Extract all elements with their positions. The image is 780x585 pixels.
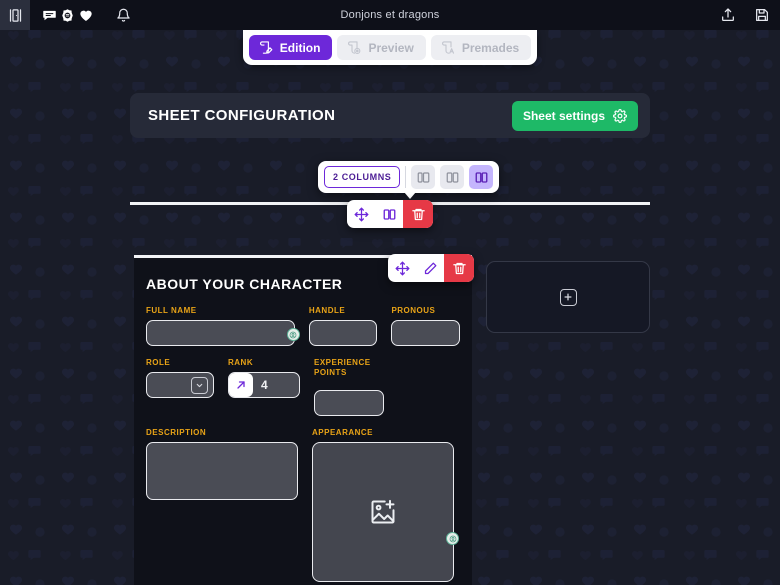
experience-points-input[interactable]	[314, 390, 384, 416]
badge-icon[interactable]	[60, 8, 75, 23]
view-mode-tabs: Edition Preview Premades	[0, 30, 780, 65]
columns-count-label[interactable]: 2 COLUMNS	[324, 166, 401, 188]
layout-equal-two-icon[interactable]	[469, 165, 494, 189]
field-label-role: ROLE	[146, 358, 171, 367]
image-add-icon	[369, 498, 397, 526]
tab-preview-label: Preview	[368, 40, 414, 55]
sheet-settings-label: Sheet settings	[522, 108, 605, 123]
move-icon[interactable]	[347, 200, 375, 228]
delete-icon[interactable]	[444, 254, 474, 282]
field-label-appearance: APPEARANCE	[312, 428, 374, 437]
field-label-rank: RANK	[228, 358, 254, 367]
save-disk-icon[interactable]	[754, 7, 770, 23]
scroll-pencil-icon	[259, 40, 274, 55]
full-name-input[interactable]	[146, 320, 300, 346]
rank-input[interactable]: 4	[228, 372, 300, 398]
arrow-up-right-icon[interactable]	[229, 373, 253, 397]
resize-handle-icon[interactable]	[286, 328, 300, 341]
toolbar-divider	[405, 166, 407, 188]
tab-edition[interactable]: Edition	[248, 35, 333, 60]
handle-input[interactable]	[308, 320, 378, 346]
sheet-column-right	[486, 258, 654, 585]
heart-icon[interactable]	[78, 7, 94, 23]
tab-premades[interactable]: Premades	[430, 35, 532, 60]
field-experience-points: EXPERIENCE POINTS	[314, 358, 384, 416]
move-icon[interactable]	[388, 254, 416, 282]
top-bar-icon-group	[42, 7, 94, 23]
field-role: ROLE	[146, 358, 214, 416]
page-title: SHEET CONFIGURATION	[148, 107, 336, 124]
layout-narrow-wide-icon[interactable]	[411, 165, 436, 189]
tab-premades-label: Premades	[461, 40, 520, 55]
sheet-configuration-header: SHEET CONFIGURATION Sheet settings	[130, 93, 650, 138]
pronous-input[interactable]	[391, 320, 460, 346]
top-bar: Donjons et dragons	[0, 0, 780, 30]
field-description: DESCRIPTION	[146, 428, 298, 582]
plus-box-icon	[559, 288, 577, 306]
sheet-column-left: ABOUT YOUR CHARACTER FULL NAME HANDLE PR…	[134, 258, 472, 585]
field-full-name: FULL NAME	[146, 306, 300, 346]
field-label-handle: HANDLE	[308, 306, 346, 315]
tab-preview[interactable]: Preview	[337, 35, 426, 60]
share-upload-icon[interactable]	[720, 7, 736, 23]
role-select[interactable]	[146, 372, 214, 398]
edit-pencil-icon[interactable]	[416, 254, 444, 282]
door-exit-icon[interactable]	[0, 0, 30, 30]
sheet-body: ABOUT YOUR CHARACTER FULL NAME HANDLE PR…	[134, 258, 654, 585]
scroll-eye-icon	[347, 40, 362, 55]
field-label-experience-points: EXPERIENCE POINTS	[314, 358, 371, 377]
chat-icon[interactable]	[42, 8, 57, 23]
field-appearance: APPEARANCE	[312, 428, 459, 582]
top-bar-right	[720, 0, 770, 30]
scroll-a-icon	[441, 40, 456, 55]
field-row-stats: ROLE RANK 4 EXPERIENCE POINTS	[146, 358, 460, 416]
block-edit-toolbar	[388, 254, 474, 282]
resize-handle-icon[interactable]	[446, 532, 459, 545]
description-textarea[interactable]	[146, 442, 298, 500]
top-bar-left	[0, 0, 131, 30]
field-row-details: DESCRIPTION APPEARANCE	[146, 428, 460, 582]
delete-icon[interactable]	[403, 200, 433, 228]
sheet-settings-button[interactable]: Sheet settings	[511, 100, 638, 131]
field-pronous: PRONOUS	[391, 306, 460, 346]
view-mode-tabs-inner: Edition Preview Premades	[242, 30, 538, 65]
bell-icon[interactable]	[116, 8, 131, 23]
row-edit-toolbar	[347, 200, 433, 228]
gear-icon	[613, 108, 627, 123]
field-label-description: DESCRIPTION	[146, 428, 207, 437]
field-rank: RANK 4	[228, 358, 300, 416]
chevron-down-icon	[191, 376, 208, 394]
rank-value: 4	[261, 378, 268, 392]
app-root: Donjons et dragons Edition Preview Prema…	[0, 0, 780, 585]
layout-wide-narrow-icon[interactable]	[440, 165, 465, 189]
field-label-pronous: PRONOUS	[391, 306, 436, 315]
empty-block-placeholder[interactable]	[486, 261, 650, 333]
tab-edition-label: Edition	[279, 40, 321, 55]
field-row-identity: FULL NAME HANDLE PRONOUS	[146, 306, 460, 346]
column-layout-toolbar: 2 COLUMNS	[318, 161, 500, 199]
appearance-image-input[interactable]	[312, 442, 459, 582]
columns-icon[interactable]	[375, 200, 403, 228]
field-label-full-name: FULL NAME	[146, 306, 197, 315]
sheet-canvas: SHEET CONFIGURATION Sheet settings 2 COL…	[0, 30, 780, 585]
field-handle: HANDLE	[308, 306, 378, 346]
